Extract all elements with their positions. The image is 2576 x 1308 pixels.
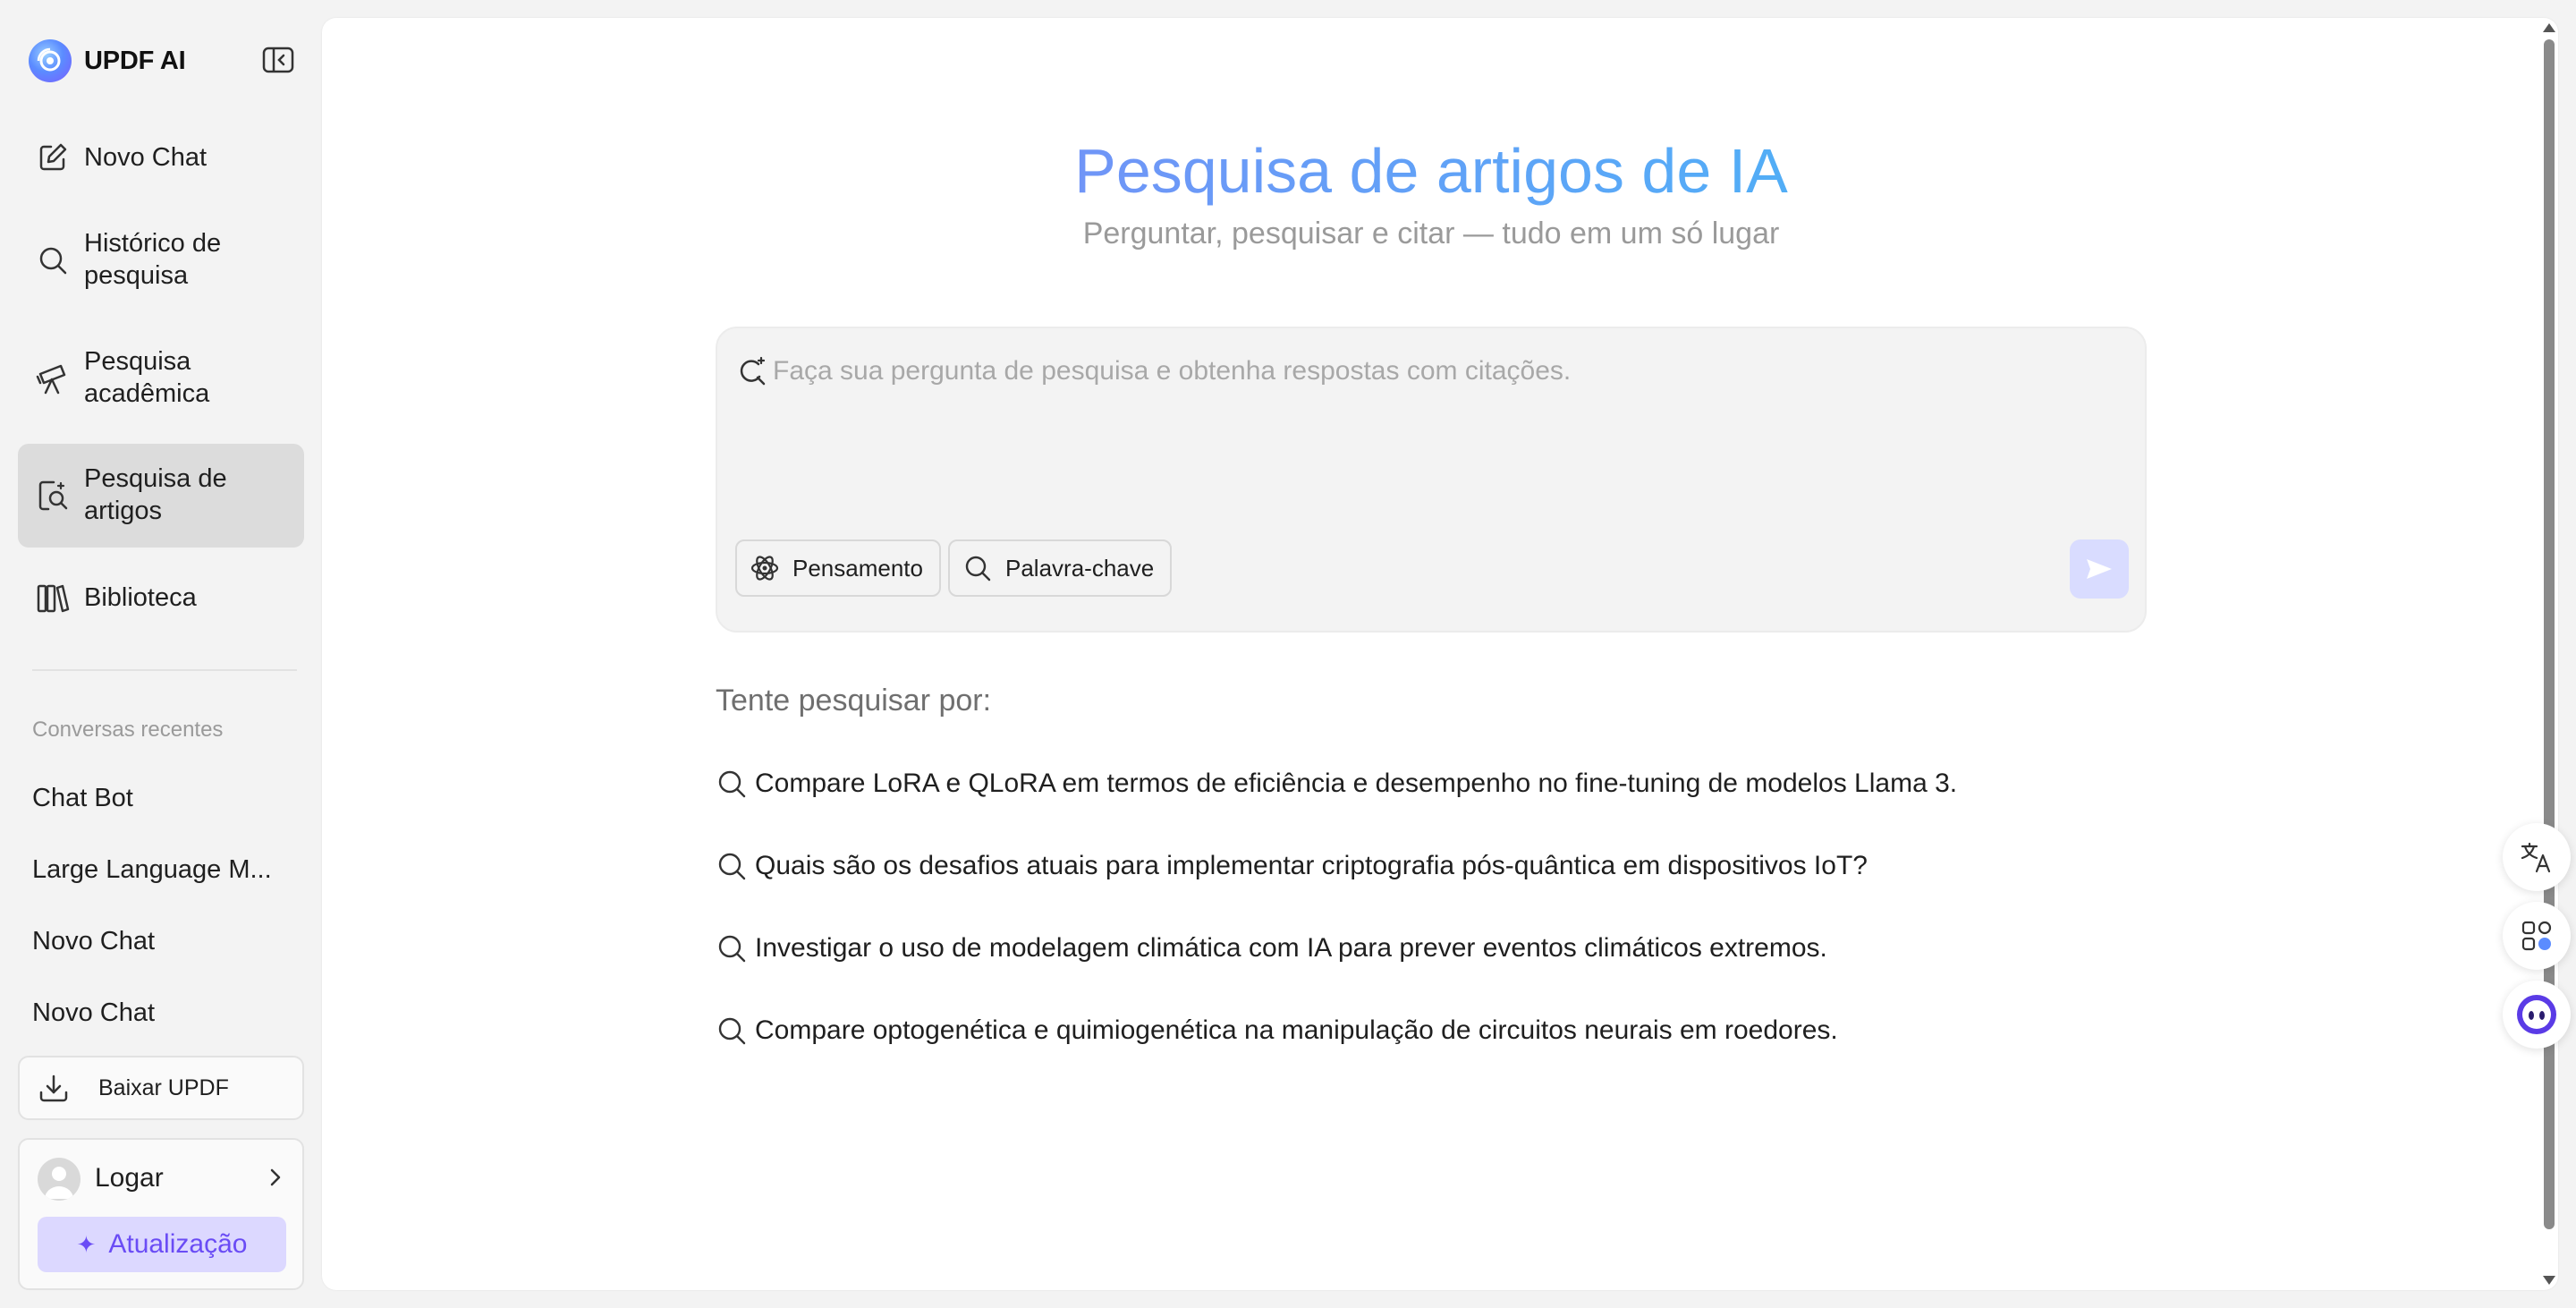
avatar[interactable]: [38, 1158, 80, 1201]
search-icon: [716, 1015, 748, 1047]
nav-biblioteca[interactable]: Biblioteca: [18, 567, 304, 628]
suggestion-text: Investigar o uso de modelagem climática …: [755, 933, 1827, 963]
scroll-down-arrow-icon[interactable]: [2543, 1276, 2555, 1285]
recent-chat-item[interactable]: Large Language M...: [32, 855, 283, 885]
nav-label: Pesquisa acadêmica: [84, 347, 210, 408]
ai-assistant-button[interactable]: [2503, 981, 2571, 1049]
recent-chat-item[interactable]: Chat Bot: [32, 784, 283, 813]
download-icon: [38, 1073, 70, 1105]
upgrade-label: Atualização: [108, 1229, 248, 1259]
suggestion-text: Compare LoRA e QLoRA em termos de eficiê…: [755, 769, 1958, 798]
chevron-right-icon[interactable]: [263, 1165, 288, 1190]
brand[interactable]: UPDF AI: [29, 39, 186, 82]
sparkle-icon: ✦: [76, 1230, 97, 1258]
recent-conversations-title: Conversas recentes: [32, 718, 224, 742]
apps-button[interactable]: [2503, 902, 2571, 970]
keyword-toggle-button[interactable]: Palavra-chave: [948, 539, 1173, 597]
suggestion-item[interactable]: Compare optogenética e quimiogenética na…: [716, 1015, 1838, 1047]
suggestion-item[interactable]: Compare LoRA e QLoRA em termos de eficiê…: [716, 768, 1957, 800]
scrollbar-thumb[interactable]: [2544, 39, 2555, 1229]
suggestion-text: Quais são os desafios atuais para implem…: [755, 851, 1868, 880]
login-label[interactable]: Logar: [95, 1163, 164, 1193]
suggestion-item[interactable]: Investigar o uso de modelagem climática …: [716, 932, 1827, 964]
search-icon: [962, 553, 993, 583]
chip-label: Pensamento: [792, 554, 923, 582]
ai-search-icon: [735, 355, 767, 387]
library-icon: [36, 581, 70, 615]
nav-label: Histórico de pesquisa: [84, 229, 222, 290]
search-icon: [716, 850, 748, 882]
search-input[interactable]: [773, 344, 2114, 398]
nav-historico-de-pesquisa[interactable]: Histórico de pesquisa: [18, 220, 304, 301]
sidebar-toggle-icon: [262, 47, 294, 73]
try-searching-title: Tente pesquisar por:: [716, 684, 992, 718]
send-button[interactable]: [2070, 539, 2129, 599]
document-search-icon: [36, 479, 70, 513]
upgrade-button[interactable]: ✦ Atualização: [38, 1217, 286, 1272]
search-box: Pensamento Palavra-chave: [716, 327, 2147, 633]
translate-button[interactable]: [2503, 823, 2571, 891]
nav-novo-chat[interactable]: Novo Chat: [18, 127, 304, 188]
download-label: Baixar UPDF: [98, 1074, 229, 1100]
updf-logo-icon: [29, 39, 72, 82]
user-icon: [45, 1167, 73, 1199]
nav-label: Biblioteca: [84, 583, 197, 612]
main-panel: Pesquisa de artigos de IA Perguntar, pes…: [322, 18, 2558, 1290]
thinking-toggle-button[interactable]: Pensamento: [735, 539, 941, 597]
account-card: Logar ✦ Atualização: [18, 1138, 304, 1290]
search-icon: [716, 932, 748, 964]
page-subtitle: Perguntar, pesquisar e citar — tudo em u…: [1082, 217, 1780, 251]
suggestion-text: Compare optogenética e quimiogenética na…: [755, 1015, 1838, 1045]
page-title: Pesquisa de artigos de IA: [322, 131, 2540, 211]
recent-chat-item[interactable]: Novo Chat: [32, 998, 283, 1028]
edit-icon: [36, 140, 70, 174]
sidebar-divider: [32, 669, 297, 671]
suggestion-item[interactable]: Quais são os desafios atuais para implem…: [716, 850, 1868, 882]
sidebar: UPDF AI Novo Chat Histórico de pesquisa: [0, 0, 318, 1308]
atom-icon: [750, 553, 780, 583]
scroll-up-arrow-icon[interactable]: [2543, 23, 2555, 32]
brand-name: UPDF AI: [84, 46, 186, 75]
search-icon: [36, 243, 70, 277]
chip-label: Palavra-chave: [1005, 554, 1155, 582]
telescope-icon: [36, 361, 70, 395]
ai-assistant-icon: [2517, 995, 2556, 1034]
apps-icon: [2521, 921, 2552, 951]
search-icon: [716, 768, 748, 800]
nav-label: Novo Chat: [84, 143, 208, 172]
download-updf-button[interactable]: Baixar UPDF: [18, 1056, 304, 1120]
collapse-sidebar-button[interactable]: [261, 45, 295, 75]
nav-label: Pesquisa de artigos: [84, 464, 227, 525]
send-icon: [2087, 559, 2112, 579]
recent-chat-item[interactable]: Novo Chat: [32, 927, 283, 956]
translate-icon: [2521, 842, 2551, 873]
nav-pesquisa-de-artigos[interactable]: Pesquisa de artigos: [18, 444, 304, 548]
nav-pesquisa-academica[interactable]: Pesquisa acadêmica: [18, 338, 304, 419]
